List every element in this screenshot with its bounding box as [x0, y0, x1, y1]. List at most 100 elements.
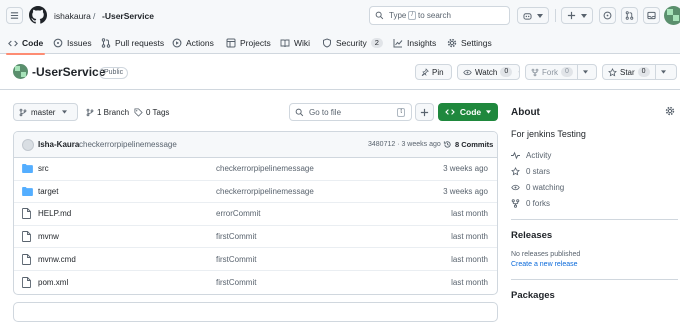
tab-issues[interactable]: Issues [53, 32, 92, 54]
commits-link[interactable]: 8 Commits [443, 140, 493, 149]
eye-icon [511, 184, 520, 191]
repo-title[interactable]: -UserService [32, 65, 105, 79]
commit-author-avatar[interactable] [22, 138, 34, 151]
chevron-down-icon[interactable] [518, 70, 519, 74]
repo-nav: Code Issues Pull requests Actions Projec… [0, 32, 680, 55]
file-commit-message[interactable]: errorCommit [216, 209, 260, 218]
star-button[interactable]: Star 0 [602, 64, 677, 80]
tab-security[interactable]: Security 2 [322, 32, 383, 54]
file-name[interactable]: pom.xml [38, 278, 68, 287]
file-row[interactable]: src checkerrorpipelinemessage 3 weeks ag… [14, 158, 497, 181]
watch-label: Watch [475, 67, 498, 77]
file-icon [22, 253, 31, 265]
forks-link[interactable]: 0 forks [511, 199, 550, 208]
tab-actions[interactable]: Actions [172, 32, 214, 54]
repo-link[interactable]: -UserService [102, 11, 154, 21]
tags-label: 0 Tags [146, 108, 170, 117]
header-divider [0, 89, 680, 90]
about-settings-button[interactable] [665, 106, 675, 116]
tab-pull-requests[interactable]: Pull requests [101, 32, 164, 54]
file-commit-date: last month [451, 232, 488, 242]
git-pull-request-icon [625, 11, 634, 20]
stars-link[interactable]: 0 stars [511, 167, 550, 176]
create-new-button[interactable] [561, 7, 593, 24]
chevron-down-icon[interactable] [582, 70, 588, 74]
forks-label: 0 forks [526, 199, 551, 208]
file-commit-date: last month [451, 209, 488, 219]
file-commit-message[interactable]: firstCommit [216, 278, 256, 287]
pin-button[interactable]: Pin [415, 64, 452, 80]
file-commit-message[interactable]: checkerrorpipelinemessage [216, 187, 314, 196]
file-name[interactable]: HELP.md [38, 209, 71, 218]
about-heading: About [511, 107, 540, 118]
file-icon [22, 231, 31, 243]
code-button[interactable]: Code [438, 103, 498, 121]
fork-divider [576, 65, 578, 79]
tab-projects[interactable]: Projects [226, 32, 271, 54]
eye-icon [463, 69, 472, 75]
file-name[interactable]: mvnw.cmd [38, 255, 76, 264]
tab-label: Code [22, 38, 44, 48]
owner-link[interactable]: ishakaura [54, 11, 91, 21]
packages-heading[interactable]: Packages [511, 290, 555, 301]
file-name[interactable]: src [38, 164, 49, 173]
watching-link[interactable]: 0 watching [511, 183, 564, 192]
pin-icon [421, 68, 429, 76]
file-name[interactable]: mvnw [38, 232, 59, 241]
search-input[interactable]: Type / to search [369, 6, 510, 25]
file-row[interactable]: HELP.md errorCommit last month [14, 203, 497, 226]
tab-label: Settings [461, 38, 492, 48]
file-row[interactable]: pom.xml firstCommit last month [14, 271, 497, 294]
copilot-icon [523, 12, 532, 20]
tab-insights[interactable]: Insights [393, 32, 436, 54]
menu-icon[interactable] [6, 7, 23, 24]
pull-requests-button[interactable] [621, 7, 638, 24]
inbox-icon [647, 11, 656, 20]
file-commit-message[interactable]: firstCommit [216, 232, 256, 241]
shield-icon [323, 38, 331, 48]
repo-owner-avatar[interactable] [13, 64, 28, 79]
file-commit-date: last month [451, 254, 488, 264]
inbox-button[interactable] [643, 7, 660, 24]
file-commit-message[interactable]: firstCommit [216, 255, 256, 264]
commit-meta[interactable]: 3480712 · 3 weeks ago [368, 141, 441, 148]
add-file-button[interactable] [415, 103, 434, 121]
branches-link[interactable]: 1 Branch [86, 108, 129, 117]
chevron-down-icon [62, 110, 68, 114]
file-row[interactable]: target checkerrorpipelinemessage 3 weeks… [14, 181, 497, 204]
tab-label: Security [336, 38, 367, 48]
file-row[interactable]: mvnw firstCommit last month [14, 226, 497, 249]
history-icon [443, 141, 451, 148]
tab-label: Wiki [294, 38, 311, 48]
tab-wiki[interactable]: Wiki [280, 32, 310, 54]
fork-button[interactable]: Fork 0 [525, 64, 597, 80]
search-suffix: to search [418, 11, 451, 20]
commit-author[interactable]: Isha-Kaura [38, 140, 79, 149]
create-release-link[interactable]: Create a new release [511, 261, 578, 268]
search-prefix: Type [389, 11, 407, 20]
releases-heading[interactable]: Releases [511, 230, 552, 241]
file-row[interactable]: mvnw.cmd firstCommit last month [14, 248, 497, 271]
tab-label: Issues [67, 38, 92, 48]
go-to-file-placeholder: Go to file [309, 107, 342, 117]
tab-settings[interactable]: Settings [447, 32, 492, 54]
issues-button[interactable] [599, 7, 616, 24]
copilot-button[interactable] [517, 7, 549, 24]
file-commit-message[interactable]: checkerrorpipelinemessage [216, 164, 314, 173]
activity-link[interactable]: Activity [511, 151, 551, 160]
tags-link[interactable]: 0 Tags [134, 108, 169, 117]
branch-selector[interactable]: master [13, 103, 78, 121]
github-logo-icon[interactable] [29, 6, 47, 24]
file-name[interactable]: target [38, 187, 58, 196]
activity-label: Activity [526, 151, 552, 160]
file-icon [22, 276, 31, 288]
graph-icon [393, 39, 403, 48]
go-to-file-input[interactable]: Go to file t [289, 103, 412, 121]
chevron-down-icon[interactable] [660, 70, 666, 74]
tab-code[interactable]: Code [5, 32, 46, 55]
avatar[interactable] [664, 6, 680, 25]
commit-message[interactable]: checkerrorpipelinemessage [79, 140, 177, 149]
top-bar: ishakaura / -UserService Type / to searc… [0, 0, 680, 32]
sidebar-divider [511, 219, 678, 220]
watch-button[interactable]: Watch 0 [457, 64, 520, 80]
